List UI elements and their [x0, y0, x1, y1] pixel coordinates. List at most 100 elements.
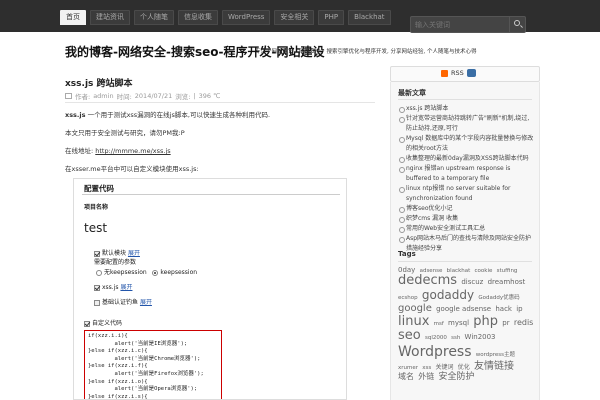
tag-link[interactable]: linux [398, 314, 429, 329]
search-button[interactable] [509, 17, 525, 32]
recent-post-text: synchronization found [406, 195, 473, 202]
tag-link[interactable]: cookie [475, 268, 493, 274]
post-paragraph-2: 本文只用于安全测试与研究，请勿PM我:P [65, 129, 185, 137]
default-module-expand[interactable]: 展开 [128, 250, 140, 257]
recent-post-item[interactable]: 针对宽带运营商劫持跳转广告"刷新"机制,绕过,防止劫持,还原,可行 [398, 114, 534, 134]
post-paragraph-1: xss.js 一个用于测试xss漏洞的在线js脚本,可以快速生成各种利用代码. [65, 109, 270, 119]
code-line: alert('当前是Opera浏览器'); [88, 386, 198, 393]
rss-bar[interactable]: RSS 订阅 [390, 66, 540, 82]
module-xssjs: xss.js 展开 [94, 282, 132, 291]
default-module-checkbox[interactable] [94, 250, 100, 257]
tag-link[interactable]: sql2000 [425, 335, 447, 341]
nav-item-2[interactable]: 个人随笔 [134, 10, 174, 25]
nav-item-7[interactable]: Blackhat [348, 10, 391, 25]
tag-link[interactable]: php [473, 314, 498, 329]
xssjs-checkbox[interactable] [94, 284, 100, 291]
tag-link[interactable]: stuffing [497, 268, 518, 274]
basic-auth-expand[interactable]: 展开 [140, 299, 152, 306]
recent-post-item[interactable]: xss.js 跨站脚本 [398, 104, 534, 114]
tag-link[interactable]: 友情链接 [474, 361, 514, 372]
tag-link[interactable]: Win2003 [465, 333, 496, 341]
custom-code-checkbox[interactable] [84, 320, 90, 327]
tag-link[interactable]: redis [514, 318, 534, 327]
nav-item-4[interactable]: WordPress [222, 10, 271, 25]
post-views: 396 ℃ [198, 92, 221, 100]
post-date: 2014/07/21 [134, 92, 173, 100]
tag-link[interactable]: discuz [461, 278, 483, 286]
recent-post-text: buffered to a temporary file [406, 175, 490, 182]
views-separator: | [193, 92, 196, 100]
nav-item-6[interactable]: PHP [318, 10, 345, 25]
tag-link[interactable]: dreamhost [488, 278, 526, 286]
search-input[interactable] [415, 19, 505, 31]
tag-link[interactable]: wordpress主题 [476, 352, 515, 358]
basic-auth-label: 基础认证钓鱼 [102, 299, 139, 306]
radio-keepsession-label: keepsession [160, 269, 198, 276]
recent-posts-heading: 最新文章 [398, 89, 426, 97]
recent-post-item[interactable]: Asp网站木马后门的查找与清除及网站安全防护措施经验分享 [398, 234, 534, 254]
tag-link[interactable]: mysql [448, 319, 469, 327]
basic-auth-checkbox[interactable] [94, 299, 100, 306]
tag-link[interactable]: seo [398, 328, 421, 344]
params-note: 需要配置的参数 [94, 259, 137, 266]
recent-posts-list: xss.js 跨站脚本 针对宽带运营商劫持跳转广告"刷新"机制,绕过,防止劫持,还… [398, 104, 534, 254]
tag-link[interactable]: Godaddy优惠码 [478, 295, 519, 301]
recent-post-item[interactable]: linux ntp报错 no server suitable for synchr… [398, 184, 534, 204]
views-label: 浏览: [175, 93, 191, 101]
config-heading: 配置代码 [84, 184, 114, 193]
post-paragraph-3: 在线地址: http://mmme.me/xss.js [65, 145, 171, 155]
tag-link[interactable]: 关键词 [435, 364, 453, 371]
config-heading-rule [82, 194, 340, 195]
custom-code-label: 自定义代码 [92, 320, 123, 327]
tag-link[interactable]: ip [516, 305, 522, 313]
post-paragraph-1-text: 一个用于测试xss漏洞的在线js脚本,可以快速生成各种利用代码. [85, 111, 271, 119]
default-module-label: 默认模块 [102, 250, 127, 257]
tag-cloud: 0day adsense blackhat cookie stuffing de… [398, 266, 536, 382]
author-link[interactable]: admin [93, 92, 113, 100]
main-nav: 首页 建站资讯 个人随笔 信息收集 WordPress 安全相关 PHP Blackhat [60, 10, 391, 25]
nav-item-5[interactable]: 安全相关 [274, 10, 315, 25]
tag-link[interactable]: google [398, 303, 432, 314]
tag-link[interactable]: xrumer [398, 365, 418, 371]
recent-post-item[interactable]: Mysql 数据库中的某个字段内容批量替换与修改的相关root方法 [398, 134, 534, 154]
recent-post-item[interactable]: nginx 报错an upstream response is buffered … [398, 164, 534, 184]
tag-link[interactable]: ssh [451, 335, 460, 341]
recent-post-item[interactable]: 织梦cms 漏洞 收集 [398, 214, 534, 224]
date-label: 时间: [116, 93, 132, 101]
subscribe-icon[interactable] [466, 69, 476, 77]
tag-link[interactable]: xss [422, 365, 431, 371]
recent-post-text: 收集整理的最新0day漏洞及XSS跨站脚本代码 [406, 155, 529, 162]
custom-code-row: 自定义代码 [84, 318, 122, 327]
nav-item-3[interactable]: 信息收集 [178, 10, 218, 25]
nav-item-1[interactable]: 建站资讯 [90, 10, 130, 25]
post-paragraph-4: 在xsser.me平台中可以自定义模块使用xss.js: [65, 165, 199, 173]
tag-link[interactable]: Wordpress [398, 344, 472, 360]
xssjs-expand[interactable]: 展开 [120, 284, 132, 291]
tag-link[interactable]: hack [495, 305, 512, 313]
radio-no-keepsession[interactable] [96, 269, 102, 276]
project-name-value: test [84, 221, 108, 235]
tag-link[interactable]: ecshop [398, 295, 418, 301]
code-line: }else if(xzz.i.s){ [88, 393, 148, 400]
nav-item-0[interactable]: 首页 [60, 10, 86, 25]
project-name-label: 项目名称 [84, 204, 109, 211]
tag-link[interactable]: 优化 [458, 364, 470, 371]
module-default: 默认模块 展开 [94, 248, 140, 257]
tag-link[interactable]: pr [502, 319, 509, 327]
tag-link[interactable]: google adsense [436, 305, 491, 313]
tag-link[interactable]: 域名 [398, 372, 414, 381]
recent-post-item[interactable]: 博客seo优化小记 [398, 204, 534, 214]
tag-link[interactable]: 外链 [418, 372, 434, 381]
tag-link[interactable]: godaddy [422, 288, 474, 302]
tag-link[interactable]: dedecms [398, 273, 457, 288]
recent-post-item[interactable]: 常用的Web安全测试工具汇总 [398, 224, 534, 234]
rss-label[interactable]: RSS [451, 69, 464, 77]
search-icon-handle [520, 25, 523, 28]
tag-link[interactable]: msf [434, 321, 444, 327]
post-title[interactable]: xss.js 跨站脚本 [65, 76, 133, 89]
tag-link[interactable]: 安全防护 [438, 372, 474, 382]
xssjs-link[interactable]: http://mmme.me/xss.js [95, 147, 170, 155]
recent-post-item[interactable]: 收集整理的最新0day漏洞及XSS跨站脚本代码 [398, 154, 534, 164]
custom-code-textarea[interactable]: if(xzz.i.i){ alert('当前是IE浏览器');}else if(… [84, 330, 222, 400]
radio-keepsession[interactable] [152, 269, 159, 276]
